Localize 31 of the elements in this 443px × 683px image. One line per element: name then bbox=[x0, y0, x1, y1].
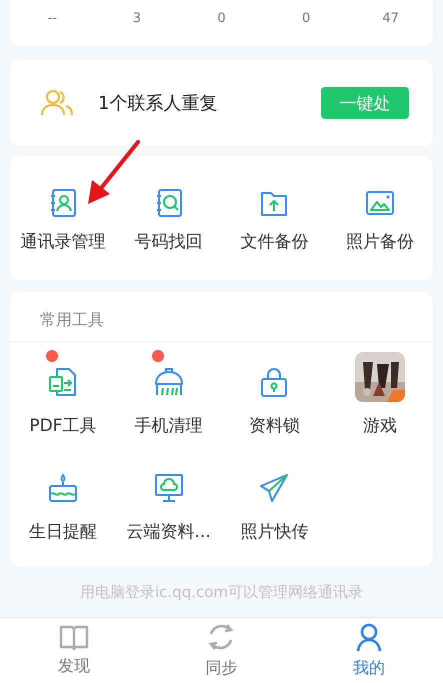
tool-item[interactable]: 资料锁 bbox=[222, 342, 328, 448]
paper-plane-icon bbox=[258, 472, 290, 504]
stat-value: 47 bbox=[382, 11, 399, 26]
shower-icon bbox=[152, 366, 185, 398]
tool-item[interactable]: 生日提醒 bbox=[10, 448, 116, 554]
people-icon bbox=[40, 89, 74, 117]
tool-item[interactable]: 手机清理 bbox=[116, 342, 222, 448]
tool-item[interactable]: 照片快传 bbox=[222, 448, 328, 554]
person-icon bbox=[354, 622, 384, 652]
tab[interactable]: 同步 bbox=[148, 618, 296, 683]
cake-icon bbox=[46, 472, 79, 504]
stat-value: -- bbox=[48, 11, 57, 26]
tool-item[interactable]: 号码找回 bbox=[116, 188, 222, 252]
stat-value: 3 bbox=[132, 11, 142, 26]
sync-icon bbox=[206, 622, 236, 652]
document-convert-icon bbox=[46, 366, 79, 398]
duplicate-message: 1个联系人重复 bbox=[98, 92, 218, 115]
book-icon bbox=[58, 624, 89, 650]
tool-item[interactable]: 游戏 bbox=[327, 342, 433, 448]
cloud-monitor-icon bbox=[152, 472, 185, 504]
tool-item[interactable]: 云端资料... bbox=[116, 448, 222, 554]
tab[interactable]: 发现 bbox=[0, 618, 148, 683]
annotation-arrow bbox=[86, 140, 140, 206]
stat-value: 0 bbox=[217, 11, 226, 26]
tool-item[interactable]: 通讯录管理 bbox=[10, 188, 116, 252]
tool-item[interactable]: 照片备份 bbox=[327, 188, 433, 252]
tool-item[interactable]: 文件备份 bbox=[222, 188, 328, 252]
stat-value: 0 bbox=[302, 11, 310, 26]
section-title: 常用工具 bbox=[40, 310, 104, 329]
tool-item[interactable]: PDF工具 bbox=[10, 342, 116, 448]
tab[interactable]: 我的 bbox=[295, 618, 443, 683]
